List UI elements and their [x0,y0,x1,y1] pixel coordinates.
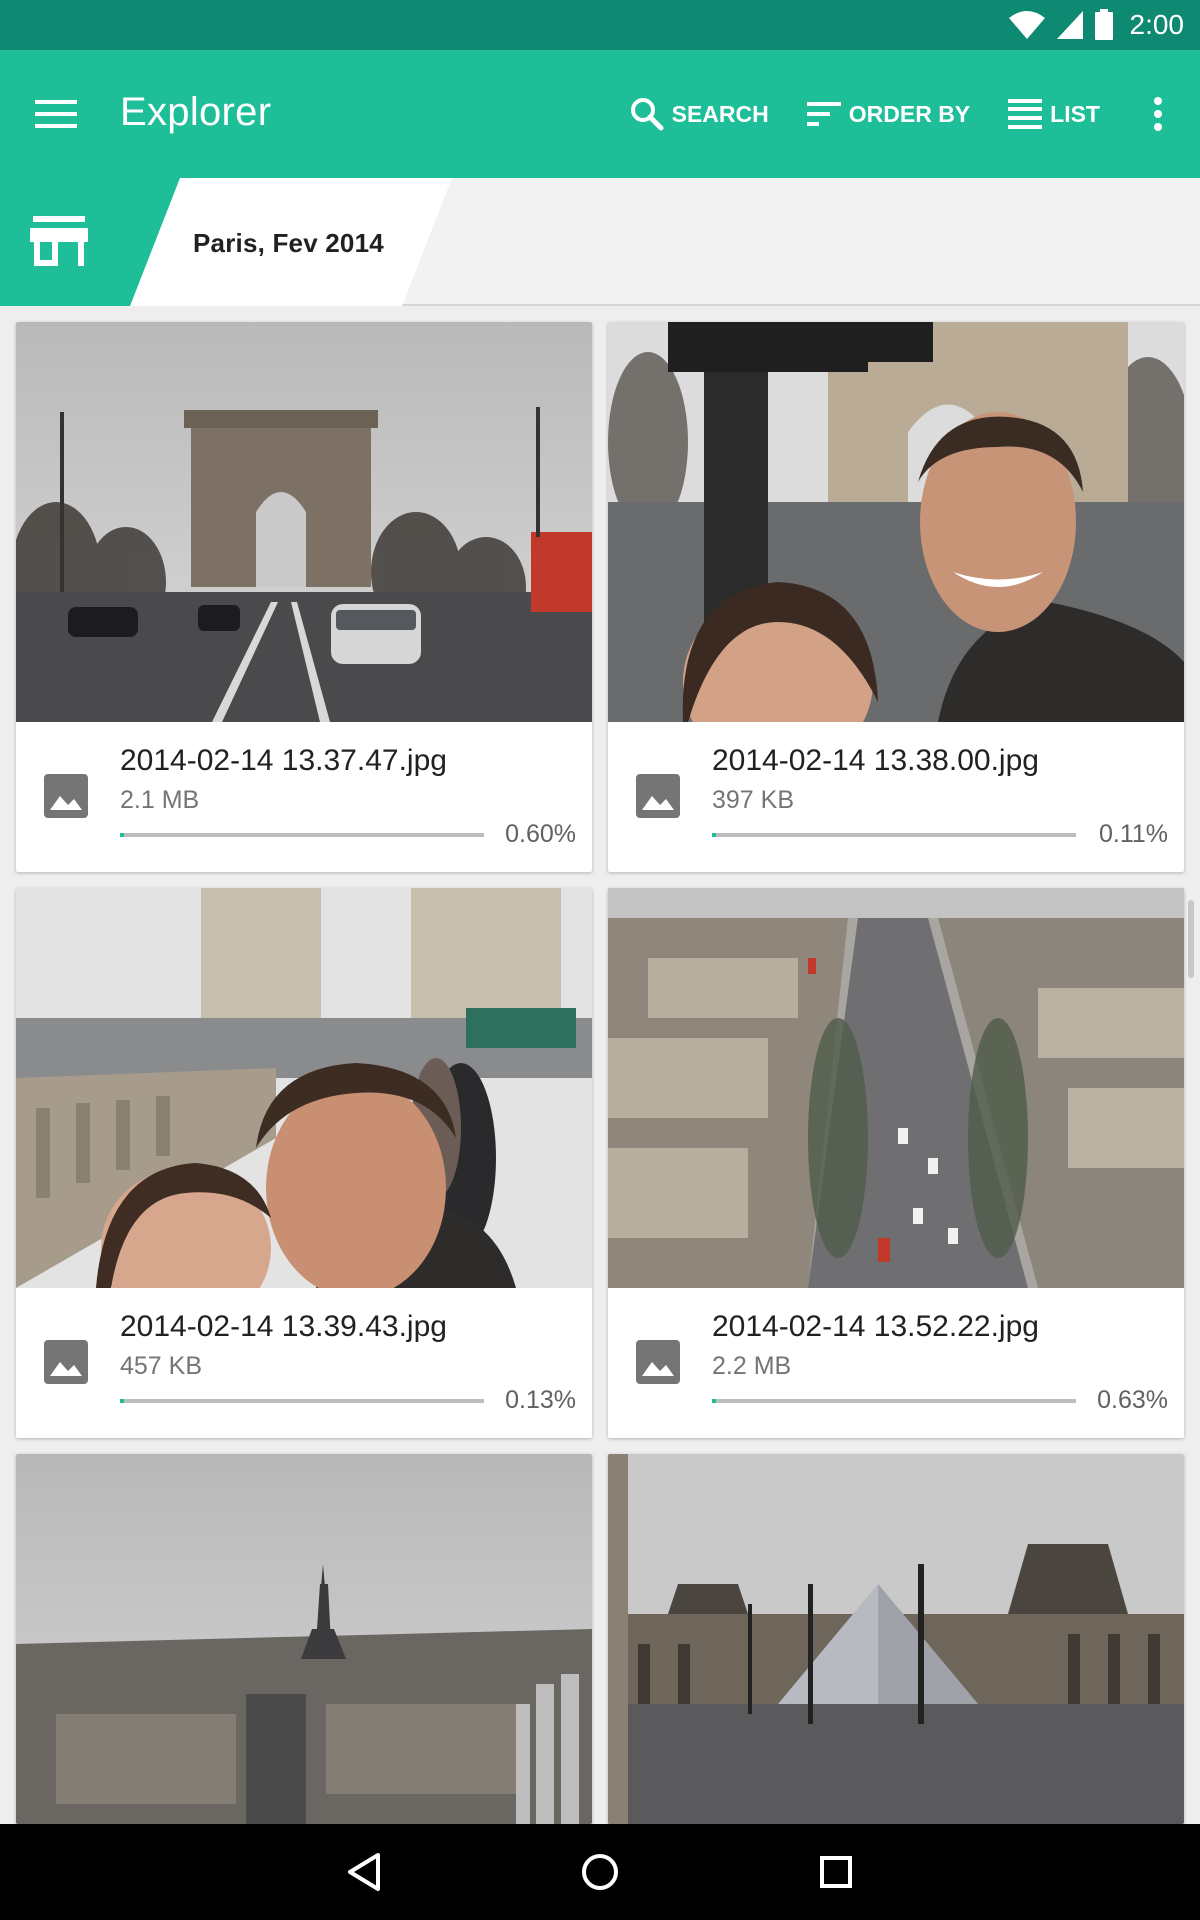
photo-thumbnail [608,1454,1184,1824]
hamburger-menu-icon [35,100,77,128]
list-icon [1008,99,1043,129]
storage-usage-fill [712,833,716,837]
list-label: LIST [1050,100,1100,127]
signal-icon [1056,11,1083,39]
storefront-icon [30,216,88,266]
image-file-icon [636,774,680,818]
file-card[interactable]: 2014-02-14 13.39.43.jpg 457 KB 0.13% [16,888,592,1438]
battery-icon [1094,9,1113,40]
photo-thumbnail [608,322,1184,722]
storage-usage-fill [120,833,124,837]
storage-percent: 0.63% [1097,1386,1168,1414]
image-file-icon [44,1340,88,1384]
system-nav-bar [0,1824,1200,1920]
order-by-button[interactable]: ORDER BY [806,100,971,128]
storage-usage-fill [712,1399,716,1403]
file-card[interactable] [16,1454,592,1824]
file-size: 2.2 MB [712,1352,792,1380]
storage-usage-bar [712,1399,1076,1403]
storage-usage-bar [120,833,484,837]
storage-percent: 0.13% [505,1386,576,1414]
order-by-label: ORDER BY [848,100,971,127]
file-info: 2014-02-14 13.39.43.jpg 457 KB 0.13% [16,1288,592,1438]
nav-drawer-button[interactable] [26,88,86,140]
list-view-button[interactable]: LIST [1008,99,1100,129]
file-size: 2.1 MB [120,786,200,814]
clock: 2:00 [1129,9,1185,40]
storage-usage-bar [120,1399,484,1403]
file-size: 457 KB [120,1352,203,1380]
home-icon [582,1854,618,1890]
photo-thumbnail [16,888,592,1288]
photo-thumbnail [16,322,592,722]
photo-thumbnail [16,1454,592,1824]
recents-icon [820,1856,852,1888]
toolbar-actions: SEARCH ORDER BY LIST [630,50,1200,178]
back-icon [348,1853,380,1891]
breadcrumb-label: Paris, Fev 2014 [193,228,384,258]
file-info: 2014-02-14 13.37.47.jpg 2.1 MB 0.60% [16,722,592,872]
file-info: 2014-02-14 13.38.00.jpg 397 KB 0.11% [608,722,1184,872]
file-name: 2014-02-14 13.39.43.jpg [120,1310,447,1343]
photo-thumbnail [608,888,1184,1288]
storage-percent: 0.11% [1098,820,1168,848]
file-card[interactable]: 2014-02-14 13.38.00.jpg 397 KB 0.11% [608,322,1184,872]
search-icon [630,98,664,131]
file-name: 2014-02-14 13.38.00.jpg [712,744,1039,777]
file-name: 2014-02-14 13.37.47.jpg [120,744,447,777]
app-bar: Explorer SEARCH ORDER BY LIST [0,50,1200,178]
file-info: 2014-02-14 13.52.22.jpg 2.2 MB 0.63% [608,1288,1184,1438]
file-card[interactable]: 2014-02-14 13.37.47.jpg 2.1 MB 0.60% [16,322,592,872]
sort-icon [806,102,841,126]
file-name: 2014-02-14 13.52.22.jpg [712,1310,1039,1343]
image-file-icon [636,1340,680,1384]
storage-usage-bar [712,833,1076,837]
file-size: 397 KB [712,786,795,814]
scrollbar[interactable] [1188,900,1194,978]
overflow-menu-button[interactable] [1128,84,1188,144]
image-file-icon [44,774,88,818]
recents-button[interactable] [806,1842,866,1902]
file-card[interactable]: 2014-02-14 13.52.22.jpg 2.2 MB 0.63% [608,888,1184,1438]
search-button[interactable]: SEARCH [630,97,769,131]
app-title: Explorer [120,90,272,134]
breadcrumb: Paris, Fev 2014 [0,178,1200,306]
back-button[interactable] [334,1842,394,1902]
more-vert-icon [1154,97,1162,131]
wifi-icon [1008,11,1045,39]
storage-percent: 0.60% [505,820,576,848]
file-card[interactable] [608,1454,1184,1824]
status-bar: 2:00 [0,0,1200,50]
home-button[interactable] [570,1842,630,1902]
search-label: SEARCH [671,100,769,127]
storage-usage-fill [120,1399,124,1403]
